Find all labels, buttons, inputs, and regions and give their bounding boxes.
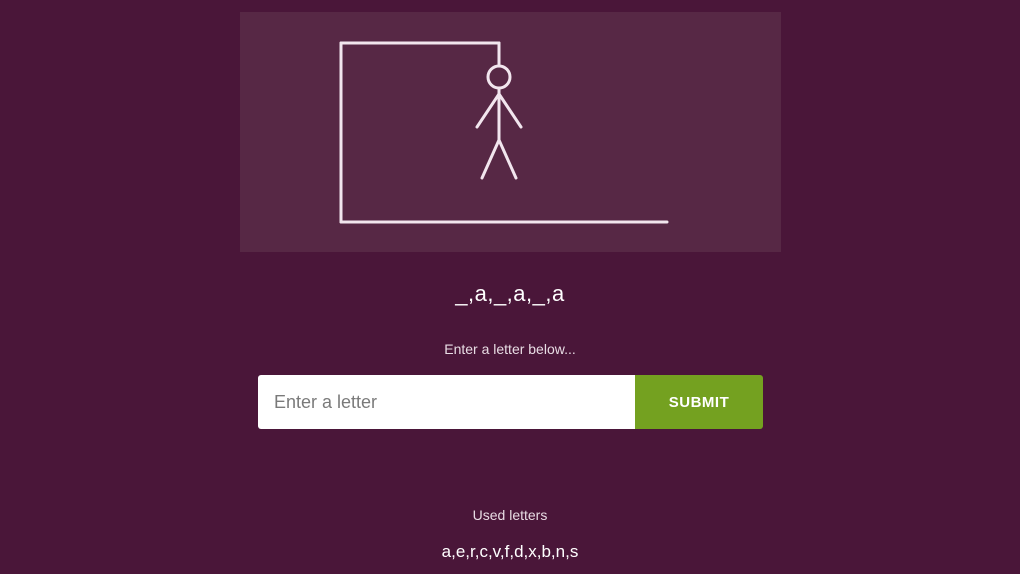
- hangman-left-arm: [475, 92, 501, 129]
- submit-button[interactable]: SUBMIT: [635, 375, 763, 429]
- used-letters-title: Used letters: [472, 507, 548, 523]
- prompt-text: Enter a letter below...: [444, 341, 576, 357]
- hangman-right-arm: [497, 92, 523, 129]
- hangman-right-leg: [497, 138, 518, 180]
- hangman-drawing: [339, 41, 669, 224]
- used-letters-list: a,e,r,c,v,f,d,x,b,n,s: [441, 542, 579, 561]
- guess-form: SUBMIT: [258, 375, 763, 429]
- word-display: _,a,_,a,_,a: [455, 281, 565, 306]
- letter-input[interactable]: [258, 375, 635, 429]
- hangman-drawing-panel: [240, 12, 781, 252]
- hangman-head: [486, 64, 512, 90]
- hangman-left-leg: [480, 138, 501, 180]
